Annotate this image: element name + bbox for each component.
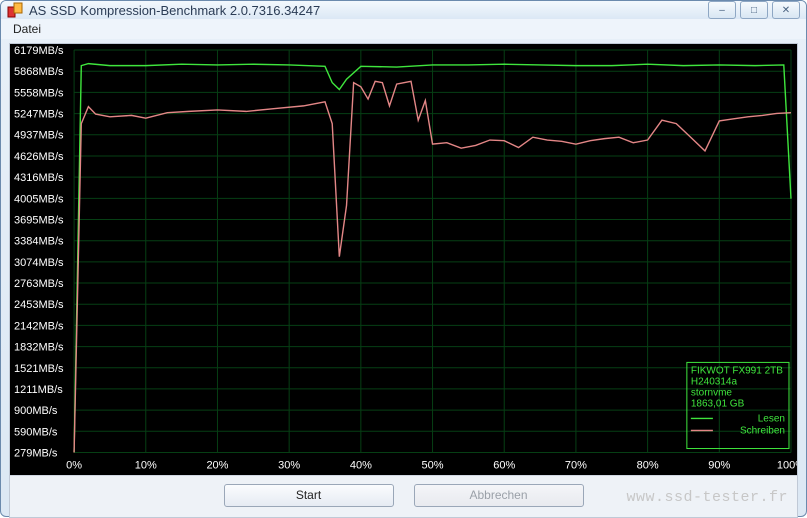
window-title: AS SSD Kompression-Benchmark 2.0.7316.34…	[29, 3, 708, 18]
svg-text:4626MB/s: 4626MB/s	[14, 151, 64, 163]
svg-text:stornvme: stornvme	[691, 387, 733, 398]
app-window: AS SSD Kompression-Benchmark 2.0.7316.34…	[0, 0, 807, 517]
window-controls: – □ ✕	[708, 1, 800, 19]
menu-item-datei[interactable]: Datei	[13, 22, 41, 36]
svg-text:5868MB/s: 5868MB/s	[14, 66, 64, 78]
svg-text:4937MB/s: 4937MB/s	[14, 130, 64, 142]
svg-text:30%: 30%	[278, 460, 300, 472]
titlebar[interactable]: AS SSD Kompression-Benchmark 2.0.7316.34…	[1, 1, 806, 19]
button-bar: Start Abbrechen	[10, 475, 797, 517]
close-button[interactable]: ✕	[772, 1, 800, 19]
menubar: Datei	[1, 19, 806, 39]
svg-text:1863,01 GB: 1863,01 GB	[691, 398, 745, 409]
svg-text:279MB/s: 279MB/s	[14, 448, 58, 460]
svg-text:60%: 60%	[493, 460, 515, 472]
maximize-button[interactable]: □	[740, 1, 768, 19]
svg-text:90%: 90%	[708, 460, 730, 472]
svg-text:100%: 100%	[777, 460, 797, 472]
svg-text:5247MB/s: 5247MB/s	[14, 109, 64, 121]
svg-text:2142MB/s: 2142MB/s	[14, 320, 64, 332]
chart-svg: 0% 10% 20% 30% 40% 50% 60% 70% 80% 90% 100% 6179MB/…	[10, 44, 797, 475]
svg-text:4005MB/s: 4005MB/s	[14, 193, 64, 205]
svg-text:2453MB/s: 2453MB/s	[14, 299, 64, 311]
svg-text:6179MB/s: 6179MB/s	[14, 45, 64, 57]
client-area: 0% 10% 20% 30% 40% 50% 60% 70% 80% 90% 100% 6179MB/…	[9, 43, 798, 518]
svg-text:10%: 10%	[135, 460, 157, 472]
svg-text:5558MB/s: 5558MB/s	[14, 87, 64, 99]
svg-text:3074MB/s: 3074MB/s	[14, 257, 64, 269]
svg-text:3384MB/s: 3384MB/s	[14, 236, 64, 248]
svg-text:80%: 80%	[637, 460, 659, 472]
chart: 0% 10% 20% 30% 40% 50% 60% 70% 80% 90% 100% 6179MB/…	[10, 44, 797, 475]
svg-text:40%: 40%	[350, 460, 372, 472]
svg-text:4316MB/s: 4316MB/s	[14, 172, 64, 184]
svg-text:1832MB/s: 1832MB/s	[14, 342, 64, 354]
svg-text:Lesen: Lesen	[758, 413, 785, 424]
svg-text:H240314a: H240314a	[691, 376, 738, 387]
svg-text:900MB/s: 900MB/s	[14, 405, 58, 417]
svg-text:1521MB/s: 1521MB/s	[14, 363, 64, 375]
app-icon	[7, 2, 23, 18]
svg-text:20%: 20%	[206, 460, 228, 472]
svg-text:590MB/s: 590MB/s	[14, 426, 58, 438]
svg-text:50%: 50%	[422, 460, 444, 472]
start-button[interactable]: Start	[224, 484, 394, 507]
svg-text:2763MB/s: 2763MB/s	[14, 278, 64, 290]
svg-text:3695MB/s: 3695MB/s	[14, 214, 64, 226]
svg-text:0%: 0%	[66, 460, 82, 472]
svg-text:FIKWOT FX991 2TB: FIKWOT FX991 2TB	[691, 365, 783, 376]
svg-text:70%: 70%	[565, 460, 587, 472]
abort-button[interactable]: Abbrechen	[414, 484, 584, 507]
svg-text:Schreiben: Schreiben	[740, 425, 785, 436]
minimize-button[interactable]: –	[708, 1, 736, 19]
svg-text:1211MB/s: 1211MB/s	[14, 384, 63, 396]
